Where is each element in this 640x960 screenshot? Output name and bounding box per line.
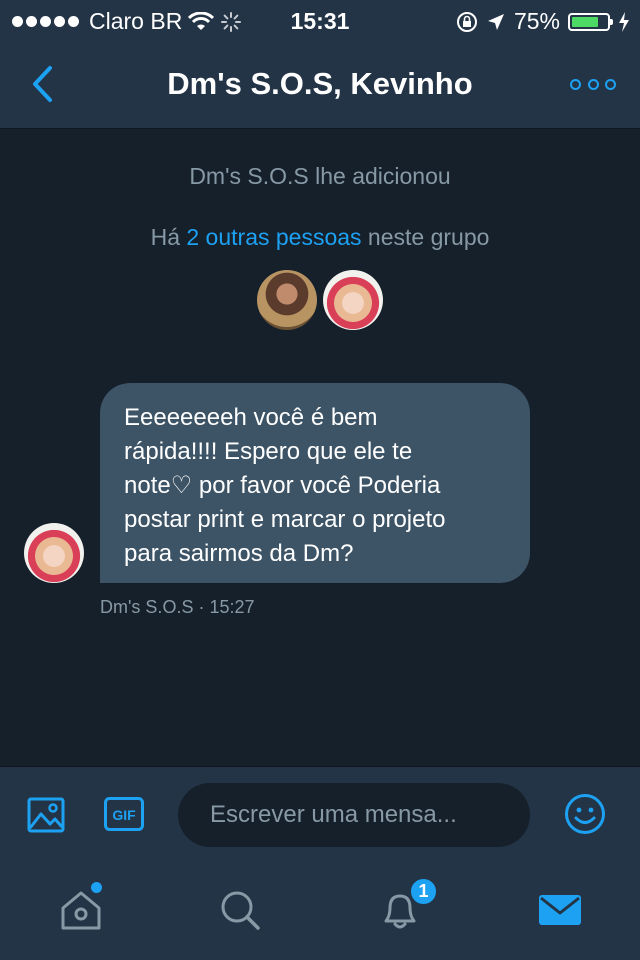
add-photo-button[interactable] <box>26 795 66 835</box>
tab-search[interactable] <box>216 886 264 934</box>
charging-bolt-icon <box>619 11 629 32</box>
battery-icon <box>568 12 613 31</box>
sender-avatar[interactable] <box>24 523 84 583</box>
orientation-lock-icon <box>456 11 477 32</box>
group-members-link[interactable]: 2 outras pessoas <box>186 224 361 250</box>
tab-bar: 1 <box>0 862 640 960</box>
message-input[interactable] <box>178 783 530 847</box>
more-dot-icon <box>570 78 581 90</box>
group-members-suffix: neste grupo <box>361 224 490 250</box>
status-right: 75% <box>456 8 630 35</box>
location-arrow-icon <box>487 13 504 30</box>
added-to-group-notice: Dm's S.O.S lhe adicionou <box>189 163 451 189</box>
participant-avatar[interactable] <box>257 270 317 330</box>
search-icon <box>221 891 260 930</box>
conversation-title[interactable]: Dm's S.O.S, Kevinho <box>0 66 640 102</box>
gif-icon: GIF <box>104 797 144 831</box>
home-new-indicator <box>89 880 104 895</box>
envelope-icon <box>539 895 581 925</box>
status-bar: Claro BR 15:31 75% <box>0 0 640 42</box>
message-sender: Dm's S.O.S <box>100 597 194 617</box>
more-dot-icon <box>587 78 599 90</box>
notifications-badge: 1 <box>409 877 438 906</box>
gif-button[interactable]: GIF <box>104 797 144 831</box>
battery-percentage: 75% <box>513 8 560 34</box>
emoji-button[interactable] <box>564 793 606 835</box>
battery-level-fill <box>572 16 598 27</box>
participants-avatars[interactable] <box>0 270 640 330</box>
group-members-prefix: Há <box>150 224 187 250</box>
gif-label: GIF <box>112 807 136 823</box>
image-icon <box>27 797 65 833</box>
message-time: 15:27 <box>209 597 255 617</box>
group-members-notice: Há 2 outras pessoas neste grupo <box>0 224 640 251</box>
more-options-button[interactable] <box>570 72 616 96</box>
tab-messages[interactable] <box>536 886 584 934</box>
more-dot-icon <box>605 78 616 90</box>
participant-avatar[interactable] <box>323 270 383 330</box>
message-composer: GIF <box>0 766 640 863</box>
message-meta: Dm's S.O.S · 15:27 <box>100 597 255 617</box>
message-bubble[interactable]: Eeeeeeeeh você é bem rápida!!!! Espero q… <box>100 383 530 583</box>
smiley-icon <box>565 794 605 834</box>
conversation-header: Dm's S.O.S, Kevinho <box>0 42 640 129</box>
